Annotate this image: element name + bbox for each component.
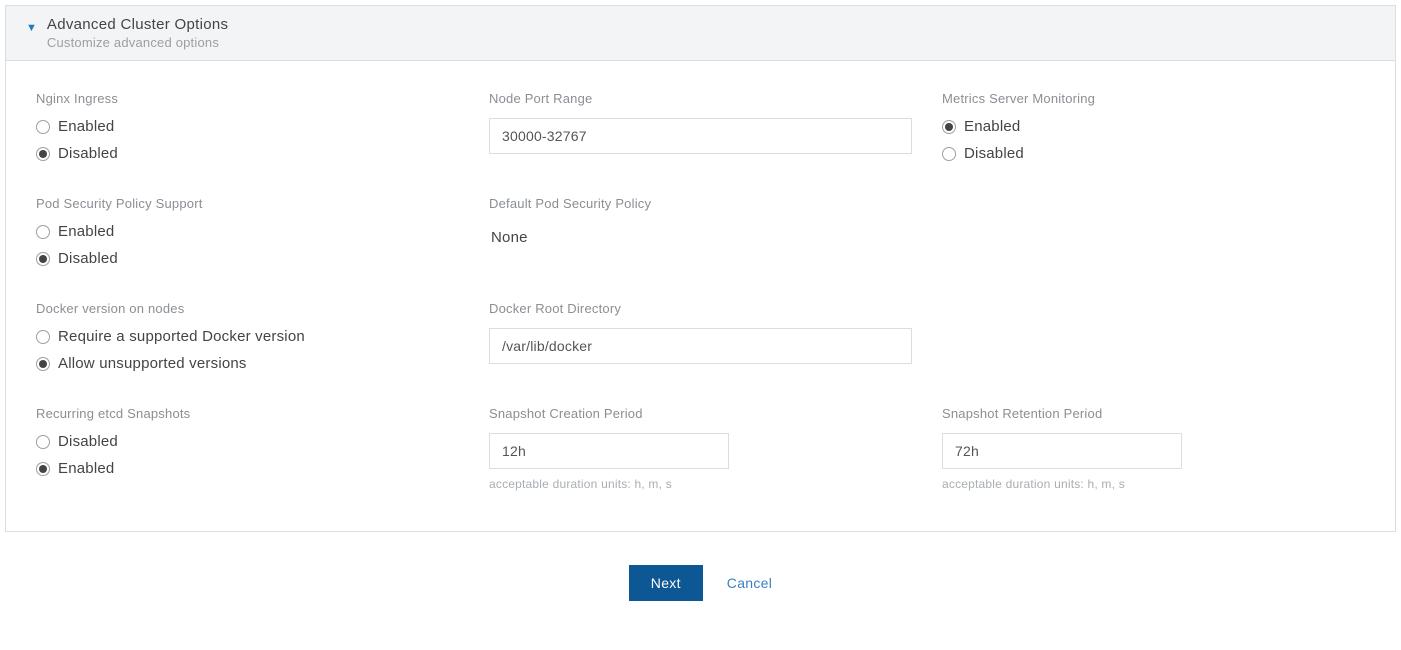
etcd-snapshots-enabled[interactable]: Enabled (36, 460, 459, 477)
radio-label: Enabled (58, 460, 114, 477)
etcd-snapshots-field: Recurring etcd Snapshots Disabled Enable… (36, 406, 459, 491)
panel-title: Advanced Cluster Options (47, 16, 228, 33)
psp-support-enabled[interactable]: Enabled (36, 223, 459, 240)
radio-label: Allow unsupported versions (58, 355, 247, 372)
docker-root-label: Docker Root Directory (489, 301, 912, 316)
default-psp-field: Default Pod Security Policy None (489, 196, 912, 267)
nginx-ingress-label: Nginx Ingress (36, 91, 459, 106)
snapshot-creation-hint: acceptable duration units: h, m, s (489, 477, 912, 491)
nginx-ingress-enabled[interactable]: Enabled (36, 118, 459, 135)
snapshot-creation-field: Snapshot Creation Period acceptable dura… (489, 406, 912, 491)
snapshot-creation-label: Snapshot Creation Period (489, 406, 912, 421)
nginx-ingress-disabled[interactable]: Disabled (36, 145, 459, 162)
psp-support-disabled[interactable]: Disabled (36, 250, 459, 267)
etcd-snapshots-label: Recurring etcd Snapshots (36, 406, 459, 421)
snapshot-retention-hint: acceptable duration units: h, m, s (942, 477, 1365, 491)
docker-version-label: Docker version on nodes (36, 301, 459, 316)
metrics-server-label: Metrics Server Monitoring (942, 91, 1365, 106)
node-port-range-label: Node Port Range (489, 91, 912, 106)
radio-icon (36, 225, 50, 239)
radio-icon (36, 435, 50, 449)
radio-icon (36, 147, 50, 161)
docker-version-require[interactable]: Require a supported Docker version (36, 328, 459, 345)
cancel-button[interactable]: Cancel (727, 575, 772, 591)
nginx-ingress-field: Nginx Ingress Enabled Disabled (36, 91, 459, 162)
docker-version-allow[interactable]: Allow unsupported versions (36, 355, 459, 372)
node-port-range-input[interactable] (489, 118, 912, 154)
radio-icon (36, 330, 50, 344)
radio-label: Enabled (58, 118, 114, 135)
radio-icon (36, 120, 50, 134)
radio-label: Enabled (964, 118, 1020, 135)
docker-version-field: Docker version on nodes Require a suppor… (36, 301, 459, 372)
radio-label: Disabled (964, 145, 1024, 162)
metrics-server-enabled[interactable]: Enabled (942, 118, 1365, 135)
psp-support-field: Pod Security Policy Support Enabled Disa… (36, 196, 459, 267)
snapshot-creation-input[interactable] (489, 433, 729, 469)
radio-label: Disabled (58, 145, 118, 162)
radio-icon (36, 252, 50, 266)
radio-icon (36, 357, 50, 371)
panel-body: Nginx Ingress Enabled Disabled Node Port… (6, 61, 1395, 531)
disclosure-icon[interactable]: ▼ (26, 22, 37, 34)
action-bar: Next Cancel (0, 537, 1401, 619)
snapshot-retention-field: Snapshot Retention Period acceptable dur… (942, 406, 1365, 491)
radio-label: Disabled (58, 250, 118, 267)
node-port-range-field: Node Port Range (489, 91, 912, 162)
panel-header: ▼ Advanced Cluster Options Customize adv… (6, 6, 1395, 61)
radio-icon (942, 147, 956, 161)
default-psp-label: Default Pod Security Policy (489, 196, 912, 211)
panel-subtitle: Customize advanced options (47, 35, 228, 50)
advanced-cluster-panel: ▼ Advanced Cluster Options Customize adv… (5, 5, 1396, 532)
etcd-snapshots-disabled[interactable]: Disabled (36, 433, 459, 450)
radio-label: Enabled (58, 223, 114, 240)
docker-root-field: Docker Root Directory (489, 301, 912, 372)
default-psp-value: None (489, 223, 912, 252)
psp-support-label: Pod Security Policy Support (36, 196, 459, 211)
snapshot-retention-input[interactable] (942, 433, 1182, 469)
radio-label: Disabled (58, 433, 118, 450)
next-button[interactable]: Next (629, 565, 703, 601)
radio-label: Require a supported Docker version (58, 328, 305, 345)
radio-icon (36, 462, 50, 476)
snapshot-retention-label: Snapshot Retention Period (942, 406, 1365, 421)
docker-root-input[interactable] (489, 328, 912, 364)
radio-icon (942, 120, 956, 134)
metrics-server-disabled[interactable]: Disabled (942, 145, 1365, 162)
metrics-server-field: Metrics Server Monitoring Enabled Disabl… (942, 91, 1365, 162)
